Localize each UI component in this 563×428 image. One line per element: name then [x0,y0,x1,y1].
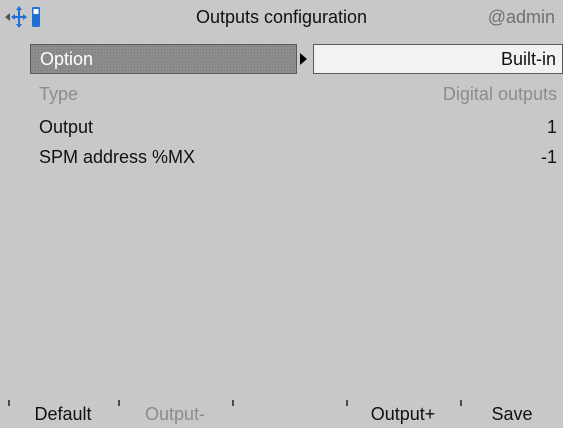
output-label: Output [39,117,94,137]
header-bar: Outputs configuration @admin [0,0,563,34]
option-value-field[interactable]: Built-in [313,44,563,74]
blank-softkey[interactable] [234,400,344,426]
default-button[interactable]: Default [8,400,118,426]
softkey-bar: Default Output- Output+ Save [0,400,563,426]
option-row[interactable]: Option Built-in [30,44,563,74]
play-arrow-icon [300,53,307,65]
output-value: 1 [546,117,557,137]
option-value: Built-in [500,49,556,69]
spm-address-value: -1 [540,147,557,167]
option-label-cell[interactable]: Option [30,44,297,74]
type-label: Type [39,84,79,104]
output-minus-button[interactable]: Output- [120,400,230,426]
spm-address-label: SPM address %MX [39,147,196,167]
output-row[interactable]: Output 1 [30,113,563,141]
save-button[interactable]: Save [462,400,562,426]
screen: Outputs configuration @admin Option Buil… [0,0,563,426]
user-label: @admin [487,7,555,27]
spm-address-row[interactable]: SPM address %MX -1 [30,143,563,171]
type-value: Digital outputs [442,84,557,104]
option-label: Option [40,49,94,69]
output-plus-button[interactable]: Output+ [348,400,458,426]
type-row: Type Digital outputs [30,80,563,108]
page-title: Outputs configuration [195,7,368,27]
